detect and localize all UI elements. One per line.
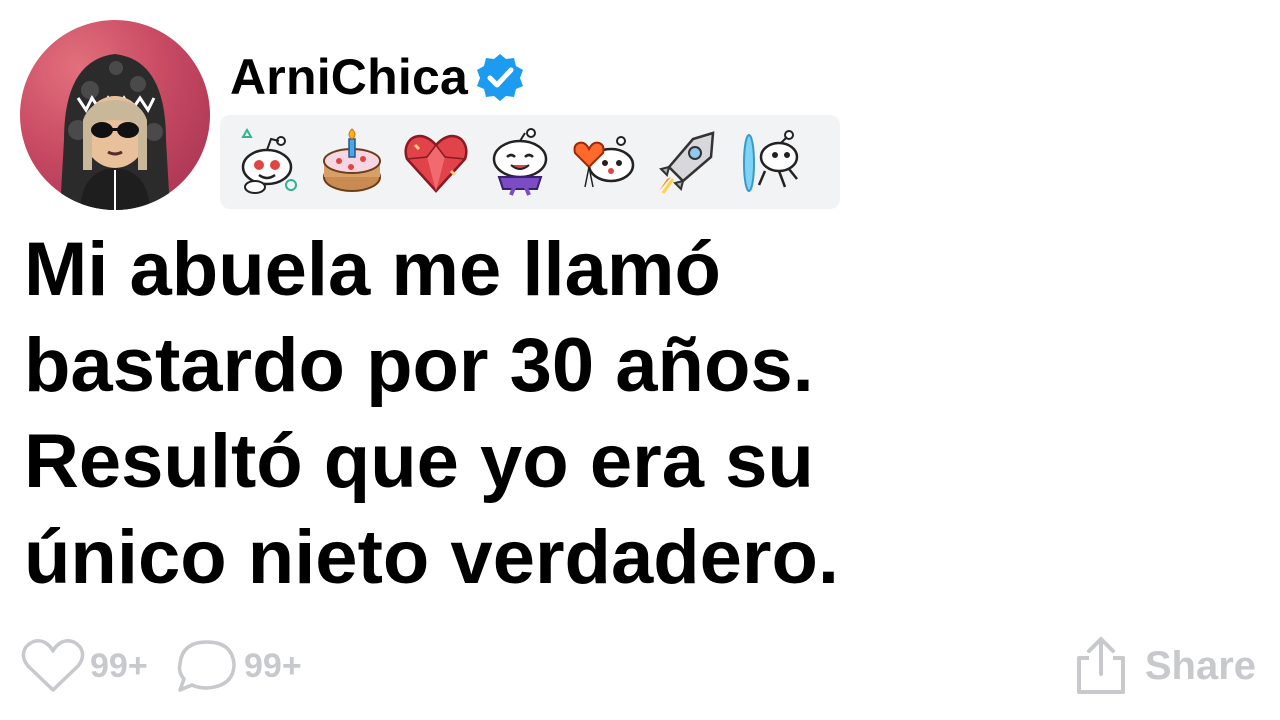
avatar-character-icon <box>60 54 170 210</box>
post-footer: 99+ 99+ Share <box>20 636 1260 696</box>
share-button[interactable]: Share <box>1073 636 1256 696</box>
rocket-icon <box>659 131 715 194</box>
award-heart[interactable] <box>394 120 478 204</box>
award-portal[interactable] <box>730 120 814 204</box>
share-icon <box>1076 637 1125 694</box>
like-button[interactable]: 99+ <box>20 636 148 696</box>
crystal-heart-icon <box>404 134 468 193</box>
birthday-cake-icon <box>323 128 381 192</box>
verified-badge-icon <box>476 54 523 101</box>
award-cake[interactable] <box>310 120 394 204</box>
silly-snoo-icon <box>492 128 548 196</box>
heart-snoo-icon <box>573 136 635 188</box>
avatar[interactable] <box>20 20 210 210</box>
post-title-line: Resultó que yo era su <box>24 419 814 504</box>
portal-snoo-icon <box>743 130 799 192</box>
comment-icon <box>177 640 236 692</box>
award-silly[interactable] <box>478 120 562 204</box>
heart-icon <box>21 639 85 692</box>
award-wholesome[interactable] <box>226 120 310 204</box>
username-row: ArniChica <box>230 42 526 112</box>
awards-strip <box>220 115 840 209</box>
award-rocket[interactable] <box>646 120 730 204</box>
like-count: 99+ <box>90 646 148 685</box>
post-title-line: Mi abuela me llamó <box>24 227 721 312</box>
post-card: ArniChica Mi abuela me llamó bastardo po… <box>0 0 1280 720</box>
username[interactable]: ArniChica <box>230 48 468 106</box>
post-title-line: bastardo por 30 años. <box>24 323 814 408</box>
wholesome-snoo-icon <box>241 127 297 194</box>
post-title-line: único nieto verdadero. <box>24 515 840 600</box>
comment-count: 99+ <box>244 646 302 685</box>
share-label: Share <box>1144 643 1256 688</box>
comment-button[interactable]: 99+ <box>174 636 302 696</box>
award-heart-snoo[interactable] <box>562 120 646 204</box>
post-title: Mi abuela me llamó bastardo por 30 años.… <box>24 222 1244 606</box>
